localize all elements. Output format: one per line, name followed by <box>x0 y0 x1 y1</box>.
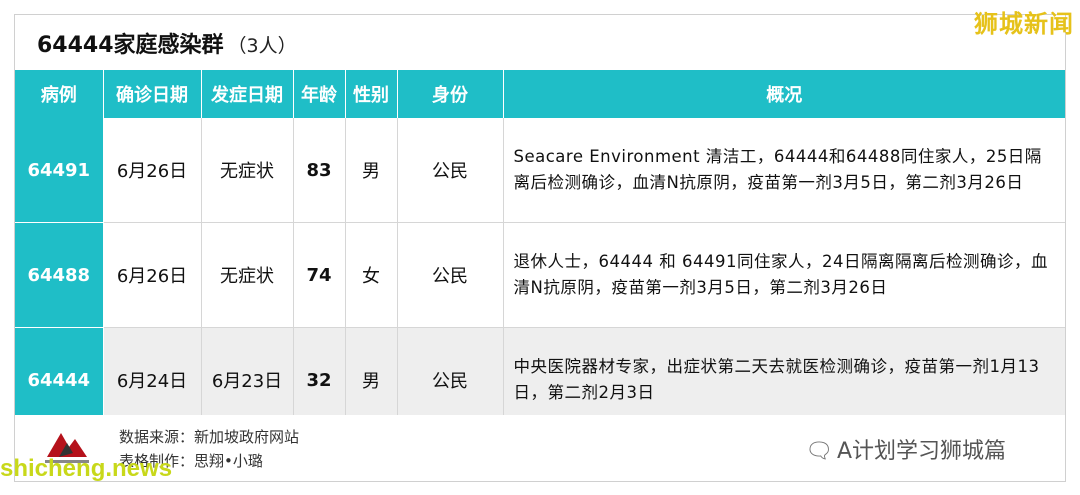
col-header-confirmed: 确诊日期 <box>103 70 202 118</box>
confirmed-date: 6月26日 <box>103 222 202 328</box>
age: 83 <box>293 118 346 223</box>
case-id: 64488 <box>15 222 104 328</box>
page-title: 64444家庭感染群 （3人） <box>37 27 297 59</box>
col-header-sex: 性别 <box>345 70 398 118</box>
age: 74 <box>293 222 346 328</box>
col-header-case: 病例 <box>15 70 104 118</box>
table-row: 64488 6月26日 无症状 74 女 公民 退休人士，64444 和 644… <box>15 222 1065 328</box>
table-card: 64444家庭感染群（3人） 病例 确诊日期 发症日期 年龄 性别 身份 概况 <box>14 14 1066 482</box>
col-header-status: 身份 <box>397 70 504 118</box>
case-id: 64491 <box>15 118 104 223</box>
site-watermark: shicheng.news <box>0 455 173 482</box>
wechat-account: 🗨 A计划学习狮城篇 <box>805 433 1006 465</box>
table-row: 64491 6月26日 无症状 83 男 公民 Seacare Environm… <box>15 118 1065 223</box>
sex: 女 <box>345 222 398 328</box>
data-source: 数据来源：新加坡政府网站 <box>119 428 300 446</box>
col-header-age: 年龄 <box>293 70 346 118</box>
sex: 男 <box>345 118 398 223</box>
cases-table: 病例 确诊日期 发症日期 年龄 性别 身份 概况 64491 6月26日 无症状… <box>15 70 1065 433</box>
summary: 退休人士，64444 和 64491同住家人，24日隔离隔离后检测确诊，血清N抗… <box>503 222 1065 328</box>
wechat-label: A计划学习狮城篇 <box>836 439 1006 464</box>
onset-date: 无症状 <box>201 118 294 223</box>
title-text: 64444家庭感染群 <box>37 33 224 58</box>
wechat-icon: 🗨 <box>805 439 833 464</box>
corner-watermark: 狮城新闻 <box>974 10 1074 38</box>
confirmed-date: 6月26日 <box>103 118 202 223</box>
col-header-summary: 概况 <box>503 70 1065 118</box>
status: 公民 <box>397 118 504 223</box>
table-header-row: 病例 确诊日期 发症日期 年龄 性别 身份 概况 <box>15 70 1065 118</box>
status: 公民 <box>397 222 504 328</box>
onset-date: 无症状 <box>201 222 294 328</box>
footer: 数据来源：新加坡政府网站 表格制作：思翔•小璐 🗨 A计划学习狮城篇 <box>15 415 1065 481</box>
summary: Seacare Environment 清洁工，64444和64488同住家人，… <box>503 118 1065 223</box>
col-header-onset: 发症日期 <box>201 70 294 118</box>
title-count: （3人） <box>227 35 297 57</box>
